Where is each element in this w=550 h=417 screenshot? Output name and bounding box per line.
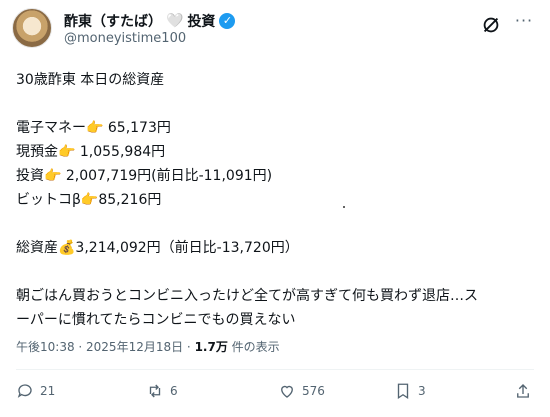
divider (16, 369, 534, 370)
bookmark-button[interactable]: 3 (394, 382, 426, 400)
post-line-total-assets: 総資産💰3,214,092円（前日比-13,720円） (16, 240, 299, 256)
view-label: 件の表示 (227, 340, 280, 354)
post-line-comment-1: 朝ごはん買おうとコンビニ入ったけど全てが高すぎて何も買わず退店…ス (16, 288, 478, 304)
post-line-investment: 投資👉 2,007,719円(前日比-11,091円) (16, 168, 273, 184)
post-text: 30歳酢東 本日の総資産 電子マネー👉 65,173円 現預金👉 1,055,9… (16, 68, 536, 332)
more-options-icon[interactable]: ··· (514, 13, 534, 34)
bookmark-icon (397, 383, 409, 400)
verified-badge-icon[interactable]: ✓ (219, 13, 236, 29)
post-header: 酢東（すたば） 🤍 投資 ✓ @moneyistime100 ··· (12, 8, 538, 52)
heart-icon: 🤍 (166, 13, 184, 29)
reply-button[interactable]: 21 (16, 382, 55, 400)
author-handle[interactable]: @moneyistime100 (64, 31, 186, 46)
repost-icon (149, 384, 161, 398)
stray-dot (343, 206, 345, 208)
avatar[interactable] (12, 8, 52, 48)
like-count: 576 (302, 384, 325, 398)
share-button[interactable] (514, 382, 532, 400)
post-line-e-money: 電子マネー👉 65,173円 (16, 120, 171, 136)
like-button[interactable]: 576 (278, 382, 325, 400)
repost-count: 6 (170, 384, 178, 398)
author-name-row[interactable]: 酢東（すたば） 🤍 投資 ✓ (64, 11, 236, 31)
bookmark-count: 3 (418, 384, 426, 398)
post-line-comment-2: ーパーに慣れてたらコンビニでもの買えない (16, 312, 296, 328)
post-line-cash: 現預金👉 1,055,984円 (16, 144, 166, 160)
grok-icon[interactable] (480, 14, 502, 36)
view-count: 1.7万 (194, 340, 228, 354)
reply-count: 21 (40, 384, 56, 398)
action-bar: 21 6 576 3 (16, 382, 534, 410)
share-icon (517, 384, 529, 398)
post-timestamp[interactable]: 午後10:38 · 2025年12月18日 · (16, 340, 195, 354)
post-line-bitcoin: ビットコβ👉85,216円 (16, 192, 162, 208)
reply-icon (17, 384, 32, 398)
post-line-title: 30歳酢東 本日の総資産 (16, 72, 165, 88)
display-name[interactable]: 酢東（すたば） (64, 11, 162, 31)
repost-button[interactable]: 6 (146, 382, 178, 400)
display-name-suffix[interactable]: 投資 (187, 11, 215, 31)
heart-outline-icon (281, 385, 293, 398)
post-meta: 午後10:38 · 2025年12月18日 · 1.7万 件の表示 (16, 338, 280, 355)
